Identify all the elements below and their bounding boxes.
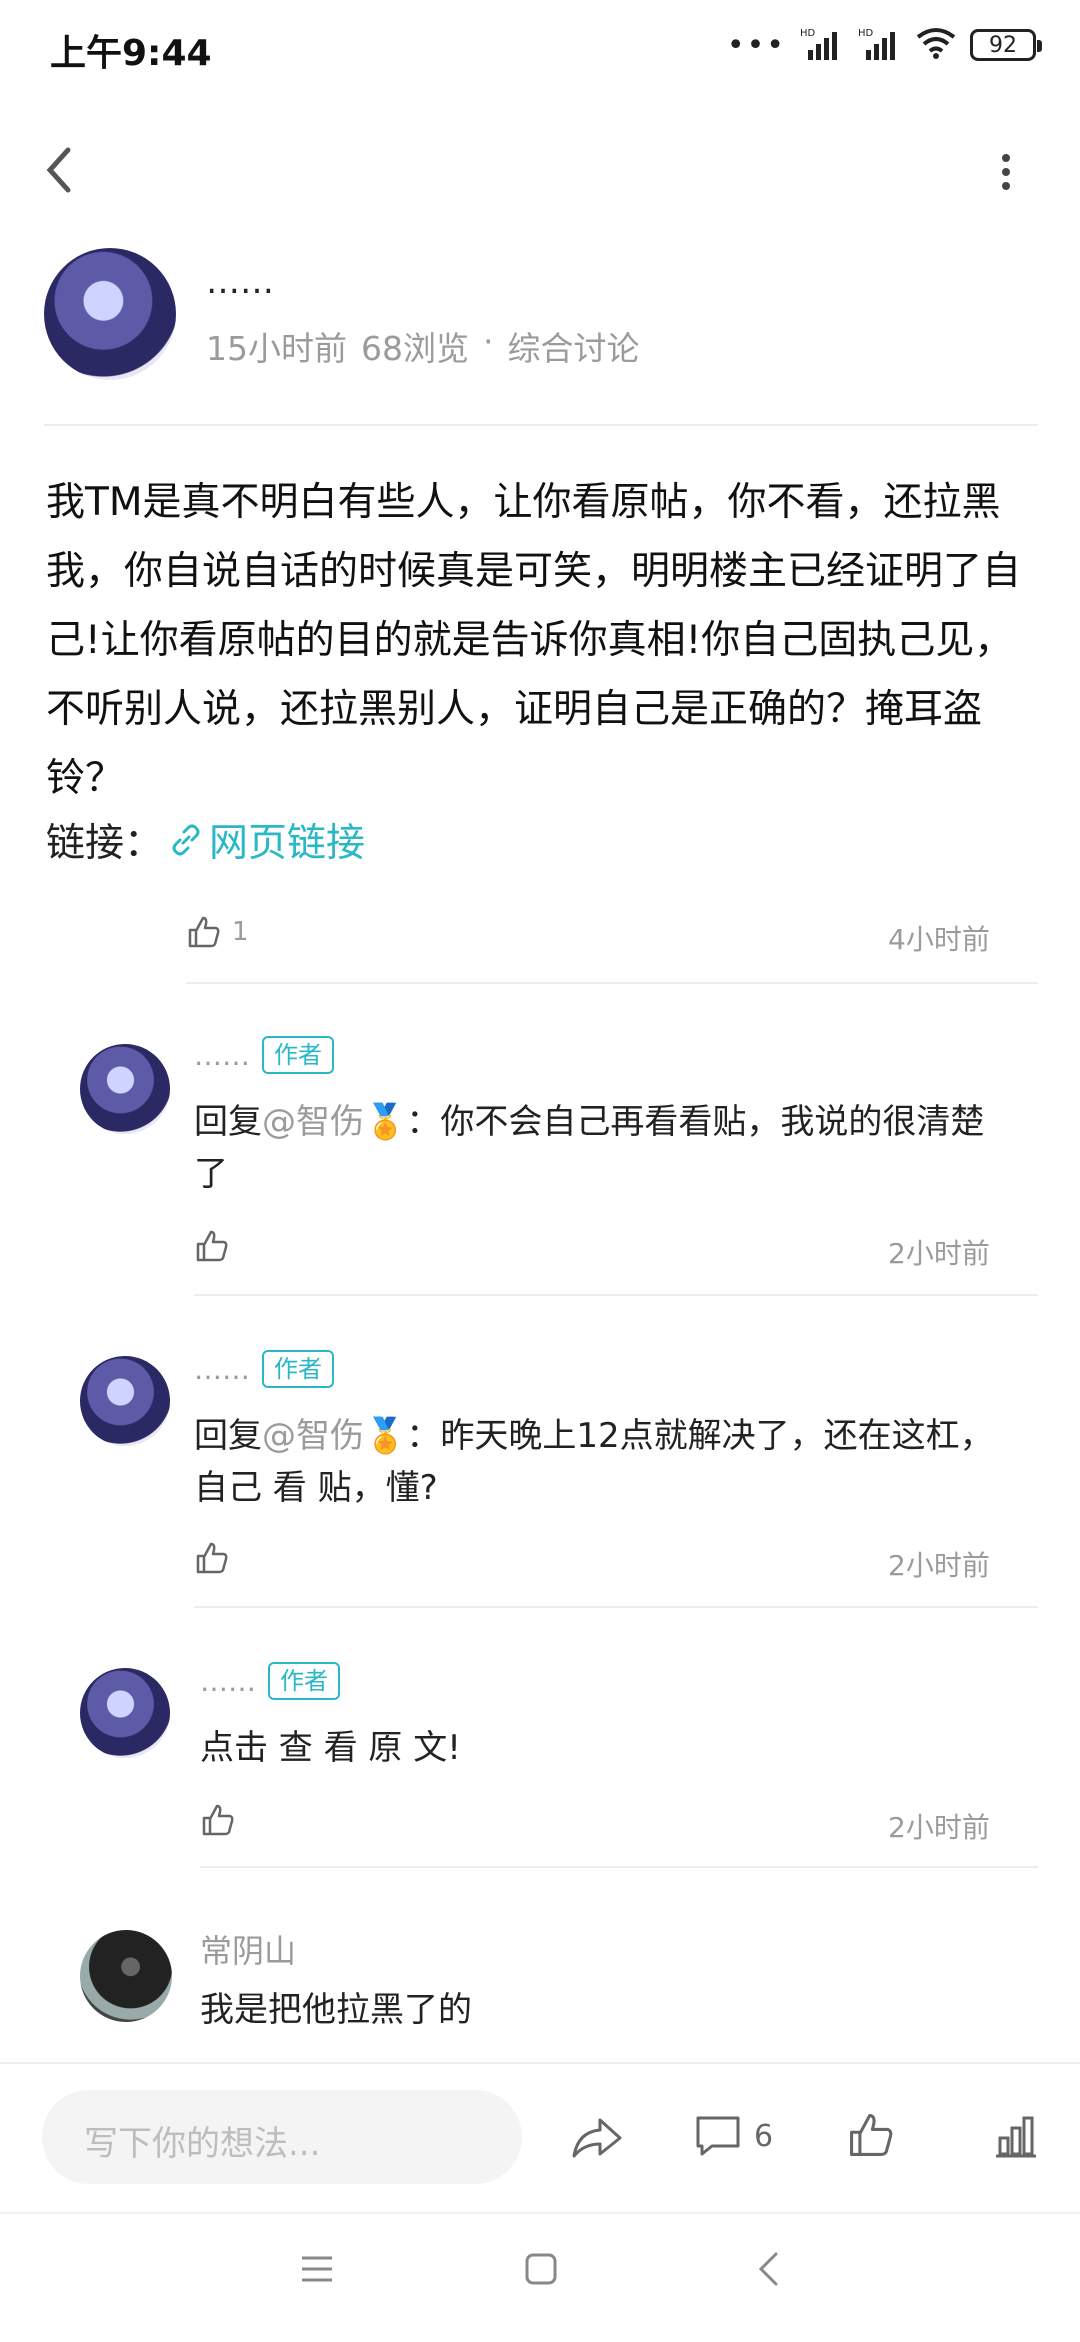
medal-icon: 🏅 [364, 1102, 407, 1142]
wifi-icon [916, 27, 956, 63]
reply-avatar[interactable] [80, 1668, 170, 1758]
home-nav-button[interactable] [524, 2252, 558, 2290]
reply-content: 我是把他拉黑了的 [200, 1990, 472, 2030]
signal-icon: HD [800, 26, 844, 64]
reply-content: 点击 查 看 原 文! [200, 1728, 461, 1768]
reply-like-button[interactable] [200, 1802, 236, 1842]
like-button[interactable] [846, 2110, 896, 2164]
link-text[interactable]: 网页链接 [209, 812, 365, 868]
share-icon [572, 2118, 622, 2158]
reply-prefix: 回复 [194, 1416, 262, 1456]
battery-icon: 92 [970, 29, 1042, 61]
reply-header: …… 作者 [194, 1350, 334, 1388]
post-views: 68浏览 [361, 329, 469, 368]
post-like-button[interactable]: 1 [186, 914, 249, 950]
reply-time: 2小时前 [888, 1811, 990, 1844]
status-time: 上午9:44 [50, 33, 212, 74]
svg-text:HD: HD [858, 28, 874, 39]
reply-time: 2小时前 [888, 1237, 990, 1270]
reply-header: …… 作者 [194, 1036, 334, 1074]
comment-button[interactable]: 6 [694, 2112, 773, 2160]
post-time: 15小时前 [206, 329, 347, 368]
home-square-icon [525, 2253, 557, 2285]
header-divider [44, 424, 1038, 426]
reply-avatar[interactable] [80, 1930, 172, 2022]
back-button[interactable] [38, 140, 78, 204]
divider-1 [186, 982, 1038, 984]
more-vertical-icon [1002, 154, 1010, 190]
reply-like-button[interactable] [194, 1540, 230, 1580]
comment-count: 6 [754, 2118, 774, 2154]
post-category[interactable]: 综合讨论 [508, 322, 640, 370]
post-link-row: 链接： 网页链接 [46, 812, 365, 868]
thumbs-up-icon [196, 1542, 228, 1574]
thumbs-up-icon [202, 1804, 234, 1836]
author-avatar[interactable] [44, 248, 176, 380]
share-button[interactable] [570, 2112, 624, 2166]
divider-3 [194, 1606, 1038, 1608]
reply-prefix: 回复 [194, 1102, 262, 1142]
author-badge: 作者 [268, 1662, 340, 1700]
thumbs-up-icon [196, 1230, 228, 1262]
reply-avatar[interactable] [80, 1044, 170, 1134]
comment-icon [696, 2116, 740, 2156]
reply-avatar[interactable] [80, 1356, 170, 1446]
more-dots-icon: ••• [726, 27, 786, 63]
author-badge: 作者 [262, 1350, 334, 1388]
post-reply-time: 4小时前 [888, 923, 990, 956]
author-badge: 作者 [262, 1036, 334, 1074]
post-body: 我TM是真不明白有些人，让你看原帖，你不看，还拉黑我，你自说自话的时候真是可笑，… [46, 480, 1022, 801]
reply-header: …… 作者 [200, 1662, 340, 1700]
reply-author[interactable]: 常阴山 [200, 1926, 296, 1972]
more-button[interactable] [996, 150, 1016, 198]
back-triangle-icon [758, 2252, 778, 2286]
menu-icon [302, 2256, 332, 2282]
reply-like-button[interactable] [194, 1228, 230, 1268]
web-link[interactable]: 网页链接 [169, 812, 365, 868]
bar-chart-icon [996, 2116, 1036, 2158]
menu-nav-button[interactable] [300, 2254, 334, 2288]
meta-dot: · [483, 322, 494, 361]
reply-author[interactable]: …… [194, 1039, 250, 1072]
link-label: 链接： [46, 821, 164, 866]
thumbs-up-icon [850, 2114, 893, 2156]
back-nav-button[interactable] [756, 2250, 780, 2292]
post-meta: 15小时前 68浏览 · 综合讨论 [206, 322, 640, 370]
divider-4 [200, 1866, 1038, 1868]
reply-mention[interactable]: @智伤 [262, 1416, 364, 1456]
comment-input[interactable]: 写下你的想法... [42, 2090, 522, 2184]
reply-time: 2小时前 [888, 1549, 990, 1582]
divider-2 [194, 1294, 1038, 1296]
comment-placeholder: 写下你的想法... [84, 2124, 321, 2164]
reply-content: 回复@智伤🏅：你不会自己再看看贴，我说的很清楚了 [194, 1096, 1014, 1200]
status-icons: ••• HD HD 92 [726, 26, 1042, 64]
reply-author[interactable]: …… [200, 1665, 256, 1698]
signal-icon-2: HD [858, 26, 902, 64]
back-arrow-icon [46, 147, 71, 193]
reply-author[interactable]: …… [194, 1353, 250, 1386]
thumbs-up-icon [188, 916, 220, 948]
post-like-count: 1 [232, 917, 249, 947]
link-icon [172, 824, 200, 856]
author-name[interactable]: …… [206, 262, 274, 302]
svg-text:HD: HD [800, 28, 816, 39]
stats-button[interactable] [992, 2114, 1040, 2164]
medal-icon: 🏅 [364, 1416, 407, 1456]
reply-content: 回复@智伤🏅：昨天晚上12点就解决了，还在这杠，自己 看 贴，懂? [194, 1410, 1014, 1514]
reply-mention[interactable]: @智伤 [262, 1102, 364, 1142]
